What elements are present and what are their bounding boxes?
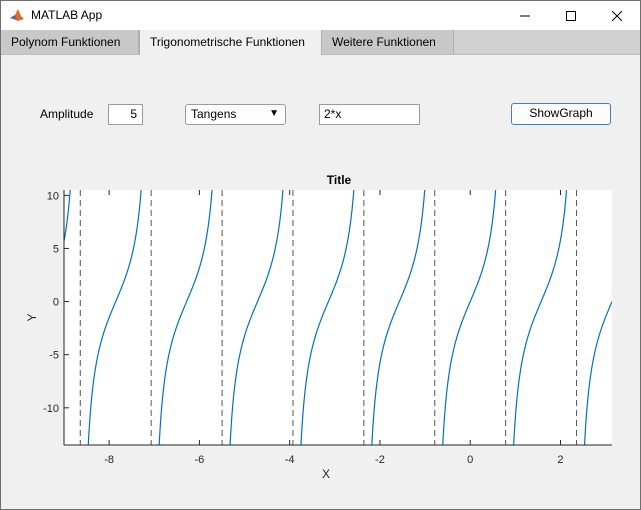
tab-polynom[interactable]: Polynom Funktionen xyxy=(1,30,139,54)
app-window: MATLAB App Polynom Funktionen Trigonomet… xyxy=(0,0,641,510)
axes-background[interactable] xyxy=(64,190,612,445)
minimize-icon xyxy=(520,15,530,16)
y-tick-label-2: 0 xyxy=(53,297,59,309)
minimize-button[interactable] xyxy=(502,1,548,30)
x-tick-label-4: 0 xyxy=(467,454,473,466)
y-tick-label-1: -5 xyxy=(49,350,59,362)
x-tick-label-2: -4 xyxy=(285,454,295,466)
window-title: MATLAB App xyxy=(31,8,103,22)
x-tick-label-0: -8 xyxy=(104,454,114,466)
tab-weitere[interactable]: Weitere Funktionen xyxy=(322,30,454,54)
close-button[interactable] xyxy=(594,1,640,30)
y-tick-label-0: -10 xyxy=(43,403,59,415)
x-tick-label-1: -6 xyxy=(195,454,205,466)
maximize-button[interactable] xyxy=(548,1,594,30)
tab-bar: Polynom Funktionen Trigonometrische Funk… xyxy=(1,30,640,55)
plot-area[interactable]: -8 -6 -4 -2 0 2 -10 -5 0 5 10 Title X Y xyxy=(1,55,640,495)
matlab-icon xyxy=(9,7,25,23)
x-tick-label-5: 2 xyxy=(557,454,563,466)
close-icon xyxy=(612,10,622,21)
maximize-icon xyxy=(566,10,576,21)
title-bar: MATLAB App xyxy=(1,1,640,30)
chart-title: Title xyxy=(327,173,352,187)
tab-panel: Amplitude 5 Tangens ▼ 2*x ShowGraph -8 -6… xyxy=(1,55,640,509)
x-tick-label-3: -2 xyxy=(375,454,385,466)
x-axis-label: X xyxy=(322,467,330,481)
y-tick-label-4: 10 xyxy=(47,190,59,202)
y-axis-label: Y xyxy=(25,313,39,321)
tab-trigonometrie[interactable]: Trigonometrische Funktionen xyxy=(139,30,322,55)
y-tick-label-3: 5 xyxy=(53,243,59,255)
